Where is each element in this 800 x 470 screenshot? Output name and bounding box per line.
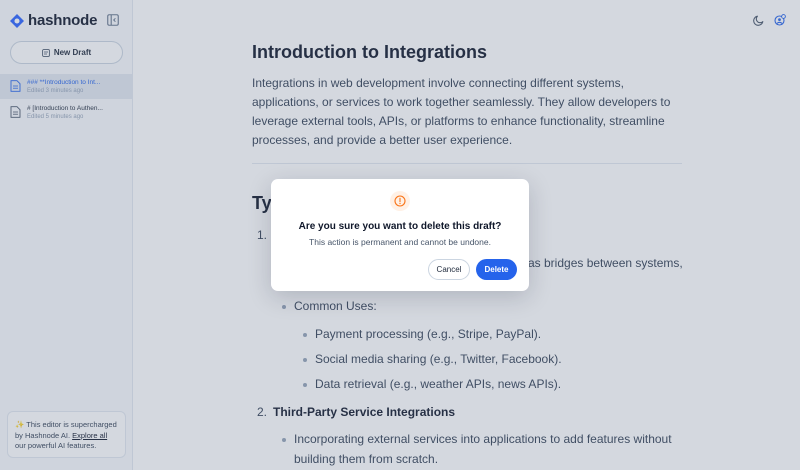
warning-icon [394, 195, 406, 207]
dialog-description: This action is permanent and cannot be u… [309, 237, 491, 247]
cancel-button[interactable]: Cancel [428, 259, 470, 280]
delete-button[interactable]: Delete [476, 259, 517, 280]
warning-badge [390, 191, 410, 211]
dialog-title: Are you sure you want to delete this dra… [298, 221, 502, 232]
delete-draft-dialog: Are you sure you want to delete this dra… [271, 179, 529, 291]
